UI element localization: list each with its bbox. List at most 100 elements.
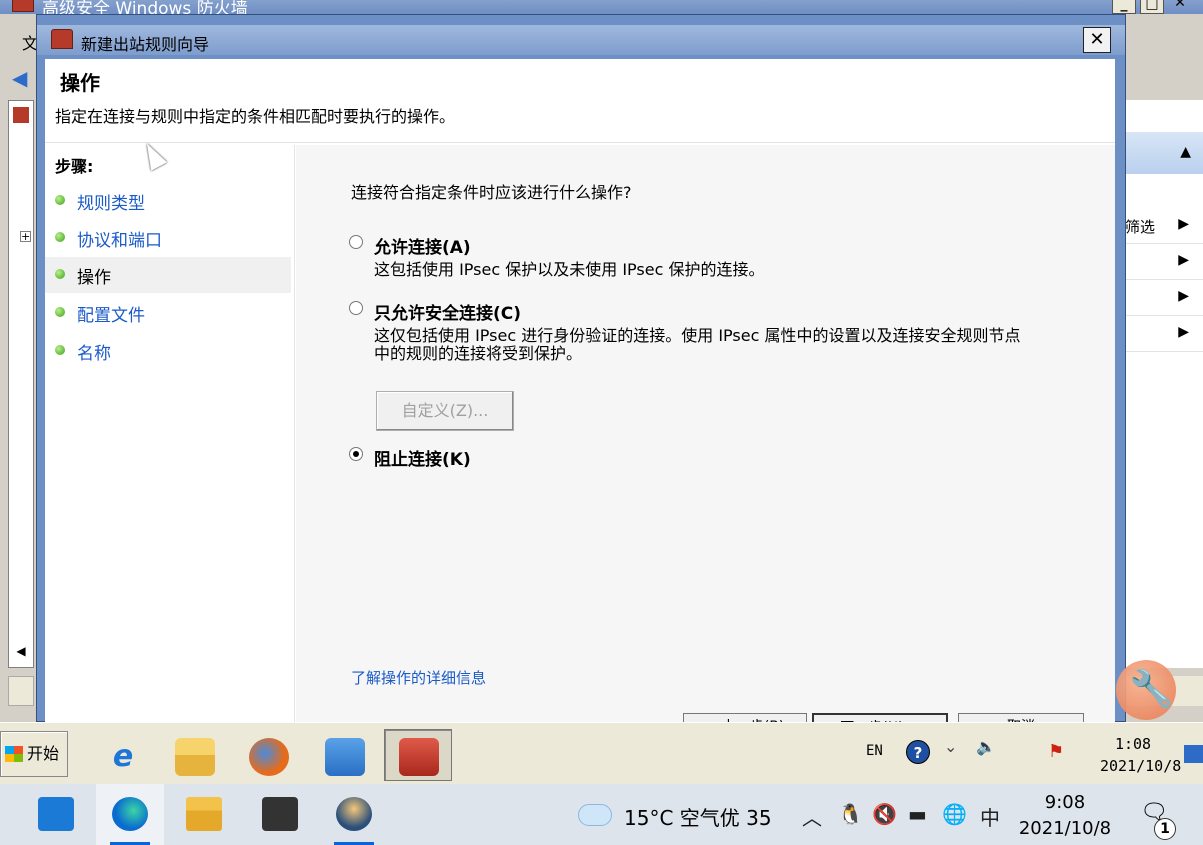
remote-taskbar: 开始 e EN ? ⌄ 🔈 ⚑ 1:08 2021/10/8 — [0, 722, 1203, 784]
allow-secure-connection-label[interactable]: 只允许安全连接(C) — [374, 299, 521, 324]
actions-pane: ▲ 筛选 ▶ ▶ ▶ ▶ — [1125, 100, 1203, 668]
action-item[interactable]: ▶ — [1125, 280, 1203, 316]
firewall-icon — [13, 107, 29, 123]
speaker-icon[interactable]: 🔈 — [976, 737, 996, 756]
block-connection-label[interactable]: 阻止连接(K) — [374, 445, 471, 470]
action-label: 筛选 — [1125, 218, 1156, 236]
taskbar-firefox[interactable] — [234, 729, 302, 781]
submenu-arrow-icon: ▶ — [1178, 324, 1189, 340]
steps-pane: 步骤: 规则类型 协议和端口 操作 配置文件 名称 — [45, 145, 295, 723]
step-status-icon — [55, 345, 65, 355]
firewall-icon — [12, 0, 34, 12]
taskbar-ie[interactable]: e — [88, 729, 156, 781]
actions-header[interactable]: ▲ — [1125, 132, 1203, 174]
console-tree[interactable]: + ◀ — [8, 100, 34, 668]
new-outbound-rule-wizard: 新建出站规则向导 ✕ 操作 指定在连接与规则中指定的条件相匹配时要执行的操作。 … — [36, 14, 1126, 729]
step-status-icon — [55, 307, 65, 317]
close-icon[interactable]: ✕ — [1083, 27, 1111, 53]
submenu-arrow-icon: ▶ — [1178, 216, 1189, 232]
store-icon — [262, 797, 298, 831]
notification-count-badge: 1 — [1154, 818, 1176, 840]
start-button[interactable]: 开始 — [0, 731, 68, 777]
step-action[interactable]: 操作 — [45, 257, 291, 293]
expand-icon[interactable]: + — [20, 231, 31, 242]
remote-time: 1:08 — [1114, 735, 1152, 753]
step-rule-type[interactable]: 规则类型 — [45, 183, 291, 219]
wizard-header: 操作 指定在连接与规则中指定的条件相匹配时要执行的操作。 — [45, 59, 1115, 143]
firefox-icon — [249, 738, 289, 776]
allow-connection-label[interactable]: 允许连接(A) — [374, 233, 471, 258]
page-description: 指定在连接与规则中指定的条件相匹配时要执行的操作。 — [55, 107, 456, 126]
taskbar-mail[interactable] — [22, 784, 90, 845]
ime-options-icon[interactable]: ⌄ — [944, 737, 957, 756]
step-protocol-ports[interactable]: 协议和端口 — [45, 220, 291, 256]
status-bar — [8, 676, 34, 706]
taskbar-remote-desktop[interactable] — [320, 784, 388, 845]
start-label: 开始 — [27, 744, 60, 763]
host-taskbar: 15°C 空气优 35 ︿ 🐧 🔇 ▬ 🌐 中 9:08 2021/10/8 🗨 — [0, 784, 1203, 845]
edge-icon — [112, 797, 148, 831]
customize-button[interactable]: 自定义(Z)... — [376, 391, 514, 431]
wizard-body: 操作 指定在连接与规则中指定的条件相匹配时要执行的操作。 步骤: 规则类型 协议… — [45, 59, 1115, 729]
cloud-icon[interactable] — [578, 804, 612, 826]
clock[interactable]: 9:08 2021/10/8 — [1010, 790, 1120, 842]
battery-icon[interactable]: ▬ — [908, 802, 927, 826]
step-label[interactable]: 操作 — [77, 263, 111, 288]
collapse-up-icon[interactable]: ▲ — [1180, 144, 1191, 160]
windows-logo-icon — [5, 746, 23, 762]
action-item[interactable]: 筛选 ▶ — [1125, 208, 1203, 244]
folder-icon — [186, 797, 222, 831]
volume-muted-icon[interactable]: 🔇 — [872, 802, 897, 826]
server-manager-icon — [325, 738, 365, 776]
taskbar-edge[interactable] — [96, 784, 164, 845]
ime-indicator[interactable]: 中 — [980, 802, 1000, 831]
step-profile[interactable]: 配置文件 — [45, 295, 291, 331]
learn-more-link[interactable]: 了解操作的详细信息 — [351, 667, 486, 688]
wrench-icon: 🔧 — [1129, 669, 1174, 710]
step-status-icon — [55, 269, 65, 279]
close-button[interactable]: ✕ — [1168, 0, 1192, 14]
remote-desktop-icon — [336, 797, 372, 831]
wizard-title: 新建出站规则向导 — [81, 35, 210, 54]
qq-icon[interactable]: 🐧 — [838, 802, 863, 826]
language-indicator[interactable]: EN — [866, 743, 883, 759]
step-name[interactable]: 名称 — [45, 333, 291, 369]
block-connection-radio[interactable] — [349, 447, 363, 461]
maximize-button[interactable]: □ — [1140, 0, 1164, 14]
action-item[interactable]: ▶ — [1125, 316, 1203, 352]
floating-tools-button[interactable]: 🔧 — [1116, 660, 1176, 720]
show-hidden-icons-icon[interactable]: ︿ — [802, 802, 822, 831]
step-status-icon — [55, 195, 65, 205]
allow-connection-radio[interactable] — [349, 235, 363, 249]
submenu-arrow-icon: ▶ — [1178, 252, 1189, 268]
help-icon[interactable]: ? — [906, 740, 930, 764]
action-item[interactable]: ▶ — [1125, 244, 1203, 280]
action-center-flag-icon[interactable]: ⚑ — [1048, 741, 1070, 765]
step-label[interactable]: 协议和端口 — [77, 226, 162, 251]
submenu-arrow-icon: ▶ — [1178, 288, 1189, 304]
taskbar-firewall[interactable] — [384, 729, 452, 781]
remote-clock[interactable]: 1:08 2021/10/8 — [1100, 733, 1182, 777]
taskbar-server-manager[interactable] — [310, 729, 378, 781]
time: 9:08 — [1044, 792, 1086, 813]
firewall-icon — [51, 29, 73, 49]
taskbar-file-explorer[interactable] — [170, 784, 238, 845]
content-pane: 连接符合指定条件时应该进行什么操作? 允许连接(A) 这包括使用 IPsec 保… — [296, 145, 1115, 729]
step-label[interactable]: 规则类型 — [77, 189, 145, 214]
show-desktop-icon[interactable] — [1184, 745, 1203, 763]
remote-date: 2021/10/8 — [1100, 757, 1182, 775]
weather-widget[interactable]: 15°C 空气优 35 — [624, 802, 772, 831]
step-label[interactable]: 配置文件 — [77, 301, 145, 326]
taskbar-store[interactable] — [246, 784, 314, 845]
date: 2021/10/8 — [1018, 818, 1112, 839]
minimize-button[interactable]: _ — [1112, 0, 1136, 14]
network-globe-icon[interactable]: 🌐 — [942, 802, 967, 826]
back-arrow-icon[interactable]: ◀ — [12, 68, 34, 88]
allow-connection-description: 这包括使用 IPsec 保护以及未使用 IPsec 保护的连接。 — [374, 260, 765, 279]
folder-icon — [175, 738, 215, 776]
toolbox-icon — [399, 738, 439, 776]
step-label[interactable]: 名称 — [77, 339, 111, 364]
taskbar-explorer[interactable] — [160, 729, 228, 781]
allow-secure-connection-radio[interactable] — [349, 301, 363, 315]
scroll-left-arrow-icon[interactable]: ◀ — [11, 641, 31, 661]
